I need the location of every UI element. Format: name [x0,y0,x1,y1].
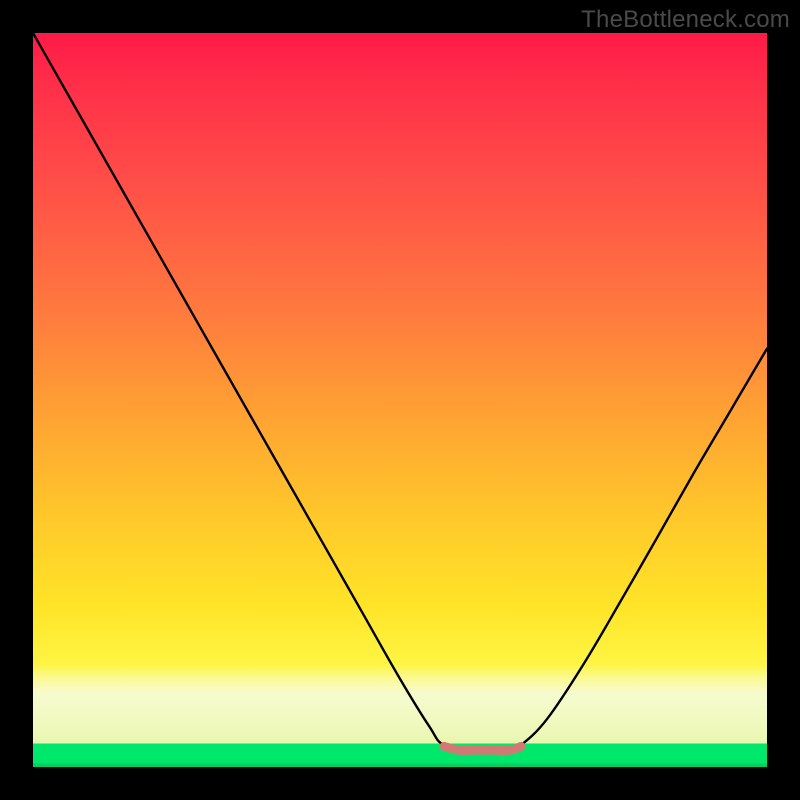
chart-frame: TheBottleneck.com [0,0,800,800]
plot-background [33,33,767,767]
watermark-label: TheBottleneck.com [581,6,790,34]
